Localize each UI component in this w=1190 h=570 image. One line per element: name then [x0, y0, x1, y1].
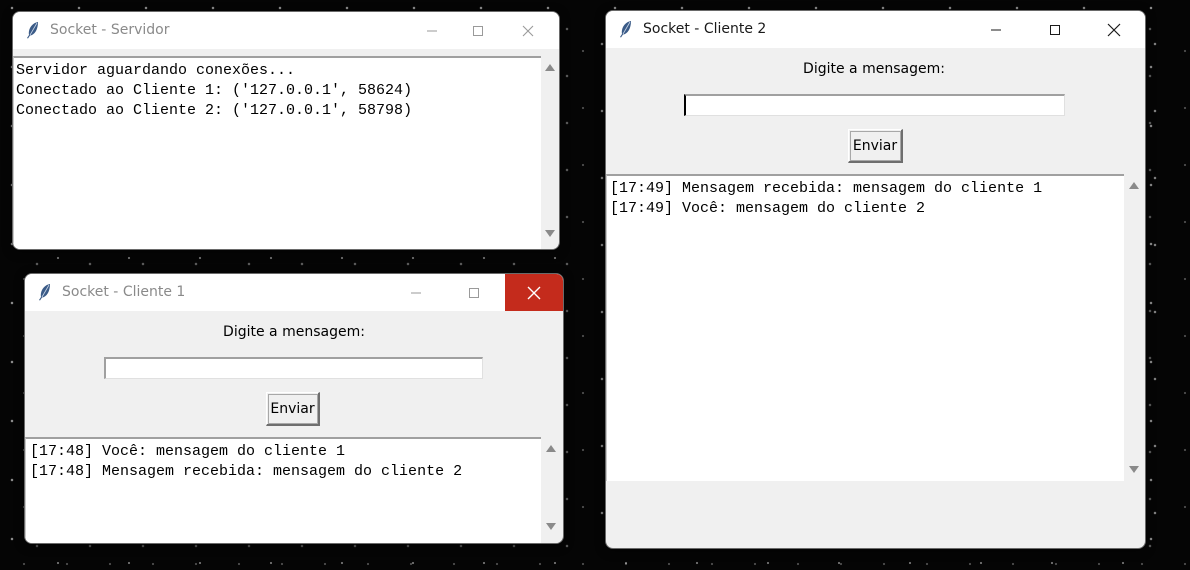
- maximize-icon: [1050, 24, 1060, 35]
- close-icon: [1107, 23, 1121, 36]
- scroll-down-arrow[interactable]: [545, 230, 555, 237]
- scroll-down-arrow[interactable]: [1129, 466, 1139, 473]
- log-line: [17:49] Você: mensagem do cliente 2: [610, 200, 926, 217]
- client1-window: Socket - Cliente 1 Digite a mensagem: En…: [25, 274, 563, 543]
- maximize-icon: [469, 287, 479, 298]
- client2-scrollbar[interactable]: [1125, 176, 1142, 479]
- send-button[interactable]: Enviar: [266, 392, 320, 426]
- close-icon: [522, 25, 534, 36]
- log-line: Conectado ao Cliente 1: ('127.0.0.1', 58…: [16, 82, 413, 99]
- server-titlebar[interactable]: Socket - Servidor: [13, 12, 559, 49]
- log-line: [17:48] Mensagem recebida: mensagem do c…: [30, 463, 463, 480]
- close-button[interactable]: [505, 12, 551, 49]
- minimize-icon: [411, 292, 421, 293]
- send-button[interactable]: Enviar: [848, 129, 903, 163]
- close-icon: [527, 286, 541, 299]
- server-log-area[interactable]: Servidor aguardando conexões... Conectad…: [13, 56, 541, 249]
- minimize-button[interactable]: [409, 12, 455, 49]
- server-scrollbar[interactable]: [541, 58, 558, 249]
- log-line: [17:49] Mensagem recebida: mensagem do c…: [610, 180, 1043, 197]
- message-input[interactable]: [104, 357, 483, 379]
- maximize-button[interactable]: [1032, 11, 1078, 48]
- minimize-button[interactable]: [393, 274, 439, 311]
- minimize-button[interactable]: [973, 11, 1019, 48]
- scroll-down-arrow[interactable]: [546, 523, 556, 530]
- message-prompt-label: Digite a mensagem:: [223, 324, 365, 340]
- client2-log-area[interactable]: [17:49] Mensagem recebida: mensagem do c…: [606, 174, 1124, 481]
- maximize-button[interactable]: [455, 12, 501, 49]
- maximize-icon: [473, 25, 483, 36]
- maximize-button[interactable]: [451, 274, 497, 311]
- scroll-up-arrow[interactable]: [546, 445, 556, 452]
- client2-window: Socket - Cliente 2 Digite a mensagem: En…: [606, 11, 1145, 548]
- close-button[interactable]: [505, 274, 563, 311]
- feather-icon: [26, 21, 40, 43]
- client1-titlebar[interactable]: Socket - Cliente 1: [25, 274, 563, 311]
- log-line: Conectado ao Cliente 2: ('127.0.0.1', 58…: [16, 102, 413, 119]
- minimize-icon: [991, 29, 1001, 30]
- window-title: Socket - Cliente 2: [643, 21, 767, 37]
- message-input[interactable]: [684, 94, 1065, 116]
- scroll-up-arrow[interactable]: [1129, 182, 1139, 189]
- message-prompt-label: Digite a mensagem:: [803, 61, 945, 77]
- client2-titlebar[interactable]: Socket - Cliente 2: [606, 11, 1145, 48]
- feather-icon: [38, 283, 52, 305]
- window-title: Socket - Cliente 1: [62, 284, 186, 300]
- minimize-icon: [427, 30, 437, 31]
- log-line: Servidor aguardando conexões...: [16, 62, 296, 79]
- window-title: Socket - Servidor: [50, 22, 170, 38]
- feather-icon: [619, 20, 633, 42]
- close-button[interactable]: [1091, 11, 1137, 48]
- server-window: Socket - Servidor Servidor aguardando co…: [13, 12, 559, 249]
- client1-scrollbar[interactable]: [542, 439, 559, 543]
- log-line: [17:48] Você: mensagem do cliente 1: [30, 443, 346, 460]
- scroll-up-arrow[interactable]: [545, 64, 555, 71]
- client1-log-area[interactable]: [17:48] Você: mensagem do cliente 1 [17:…: [25, 437, 541, 543]
